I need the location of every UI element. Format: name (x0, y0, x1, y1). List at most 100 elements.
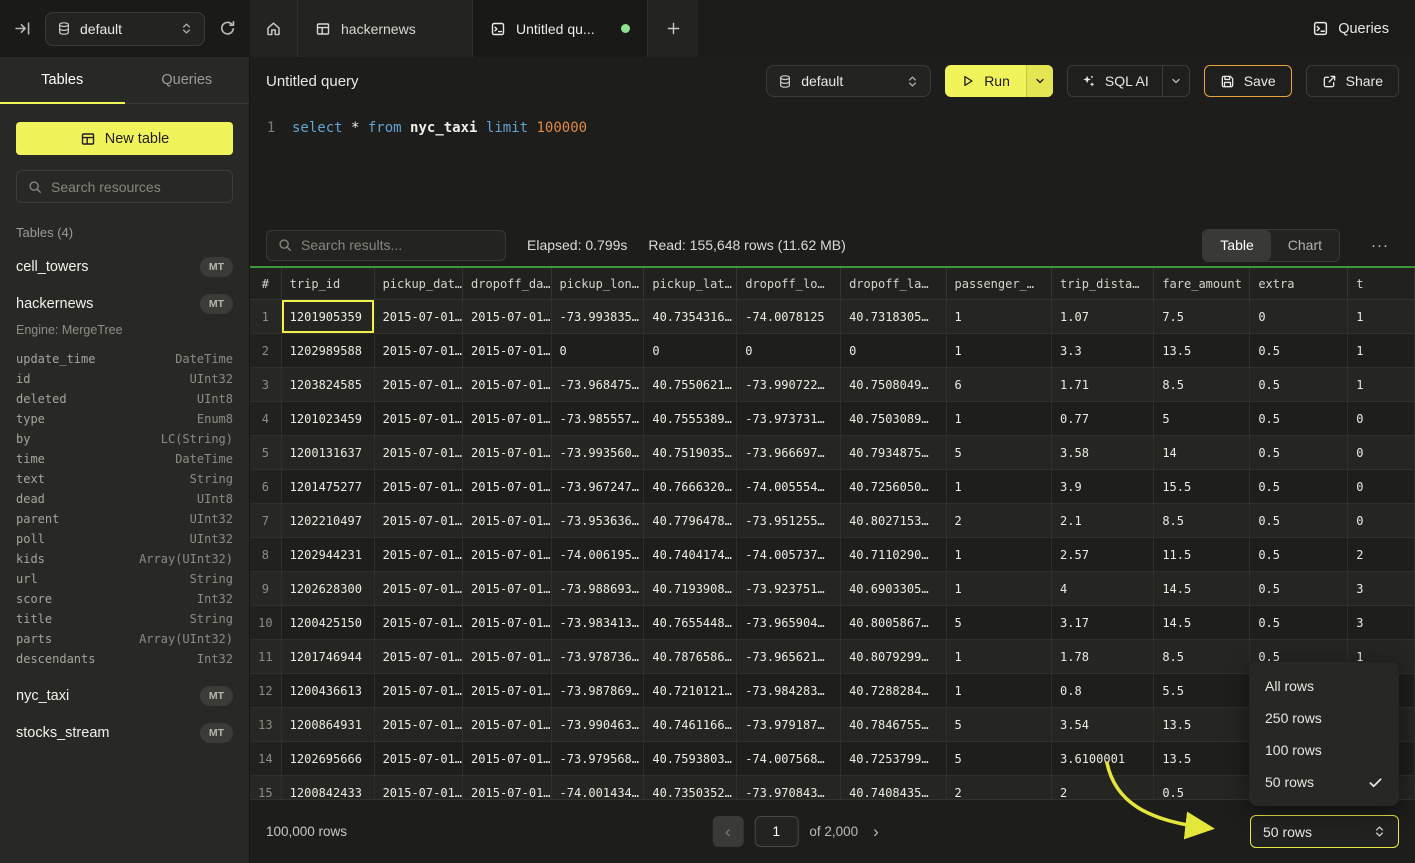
table-cell[interactable]: 2 (1052, 776, 1154, 799)
table-cell[interactable]: 2.1 (1052, 504, 1154, 538)
tab-untitled-query[interactable]: Untitled qu... (473, 0, 648, 57)
table-cell[interactable]: -73.923751… (737, 572, 841, 606)
table-cell[interactable]: -74.0078125 (737, 300, 841, 334)
table-cell[interactable]: 40.7461166… (644, 708, 737, 742)
column-header[interactable]: pickup_lat… (644, 268, 737, 300)
table-cell[interactable]: 1 (947, 640, 1052, 674)
table-cell[interactable]: 40.7354316… (644, 300, 737, 334)
column-header[interactable]: t (1348, 268, 1415, 300)
table-cell[interactable]: 2015-07-01… (463, 334, 551, 368)
table-cell[interactable]: -73.973731… (737, 402, 841, 436)
table-cell[interactable]: -73.979187… (737, 708, 841, 742)
table-cell[interactable]: 2 (1348, 538, 1415, 572)
table-cell[interactable]: 40.7666320… (644, 470, 737, 504)
page-number-input[interactable] (754, 816, 798, 847)
table-cell[interactable]: 40.7876586… (644, 640, 737, 674)
more-options-button[interactable]: ··· (1361, 237, 1399, 254)
table-cell[interactable]: 8.5 (1154, 504, 1250, 538)
table-cell[interactable]: 40.7288284… (841, 674, 946, 708)
sidebar-tab-queries[interactable]: Queries (125, 57, 250, 103)
table-cell[interactable]: 0.77 (1052, 402, 1154, 436)
table-cell[interactable]: 40.7555389… (644, 402, 737, 436)
table-cell[interactable]: 0.5 (1250, 470, 1348, 504)
table-cell[interactable]: 40.8027153… (841, 504, 946, 538)
table-cell[interactable]: -74.001434… (552, 776, 645, 799)
table-cell[interactable]: 1 (947, 572, 1052, 606)
table-cell[interactable]: 2015-07-01… (463, 640, 551, 674)
table-cell[interactable]: 5 (947, 742, 1052, 776)
table-cell[interactable]: -74.005554… (737, 470, 841, 504)
column-header[interactable]: dropoff_lo… (737, 268, 841, 300)
table-cell[interactable]: 6 (947, 368, 1052, 402)
table-cell[interactable]: 5 (947, 708, 1052, 742)
table-cell[interactable]: 2015-07-01… (463, 776, 551, 799)
table-cell[interactable]: -73.993560… (552, 436, 645, 470)
table-cell[interactable]: 3 (1348, 572, 1415, 606)
table-cell[interactable]: -73.953636… (552, 504, 645, 538)
table-cell[interactable]: 40.8005867… (841, 606, 946, 640)
table-cell[interactable]: 2 (947, 776, 1052, 799)
new-table-button[interactable]: New table (16, 122, 233, 155)
table-cell[interactable]: 8.5 (1154, 640, 1250, 674)
tab-hackernews[interactable]: hackernews (298, 0, 473, 57)
table-cell[interactable]: 11.5 (1154, 538, 1250, 572)
table-cell[interactable]: 40.6903305… (841, 572, 946, 606)
table-cell[interactable]: 2015-07-01… (375, 640, 463, 674)
table-cell[interactable]: 2015-07-01… (375, 334, 463, 368)
table-cell[interactable]: 3.17 (1052, 606, 1154, 640)
queries-shortcut[interactable]: Queries (1312, 0, 1415, 57)
table-cell[interactable]: 8.5 (1154, 368, 1250, 402)
new-tab-button[interactable] (648, 0, 698, 57)
table-cell[interactable]: 2015-07-01… (375, 436, 463, 470)
table-cell[interactable]: 0 (1250, 300, 1348, 334)
table-cell[interactable]: 1201746944 (282, 640, 375, 674)
table-cell[interactable]: 15.5 (1154, 470, 1250, 504)
table-cell[interactable]: -73.968475… (552, 368, 645, 402)
tab-home[interactable] (250, 0, 298, 57)
table-cell[interactable]: 40.7655448… (644, 606, 737, 640)
table-cell[interactable]: 1.71 (1052, 368, 1154, 402)
table-cell[interactable]: 0 (1348, 470, 1415, 504)
table-cell[interactable]: -73.988693… (552, 572, 645, 606)
table-cell[interactable]: 1201023459 (282, 402, 375, 436)
table-cell[interactable]: 0 (841, 334, 946, 368)
query-database-selector[interactable]: default (766, 65, 931, 97)
table-cell[interactable]: 40.7318305… (841, 300, 946, 334)
table-cell[interactable]: 40.7503089… (841, 402, 946, 436)
table-cell[interactable]: 2015-07-01… (463, 572, 551, 606)
table-cell[interactable]: 2015-07-01… (463, 674, 551, 708)
global-database-selector[interactable]: default (45, 12, 205, 46)
table-cell[interactable]: 1202989588 (282, 334, 375, 368)
table-cell[interactable]: 5 (947, 436, 1052, 470)
table-cell[interactable]: 2015-07-01… (375, 742, 463, 776)
table-cell[interactable]: 1202944231 (282, 538, 375, 572)
table-cell[interactable]: 2015-07-01… (463, 402, 551, 436)
table-cell[interactable]: 40.7408435… (841, 776, 946, 799)
table-cell[interactable]: -73.990463… (552, 708, 645, 742)
sidebar-tab-tables[interactable]: Tables (0, 57, 125, 103)
sidebar-table-item[interactable]: cell_towersMT (16, 257, 233, 277)
table-cell[interactable]: -73.987869… (552, 674, 645, 708)
table-cell[interactable]: -73.985557… (552, 402, 645, 436)
table-cell[interactable]: 1202695666 (282, 742, 375, 776)
table-cell[interactable]: 0.5 (1250, 402, 1348, 436)
table-cell[interactable]: -73.965621… (737, 640, 841, 674)
save-button[interactable]: Save (1204, 65, 1292, 97)
table-cell[interactable]: 1.07 (1052, 300, 1154, 334)
table-cell[interactable]: 40.7593803… (644, 742, 737, 776)
rows-per-page-select[interactable]: 50 rows (1250, 815, 1399, 848)
table-cell[interactable]: 40.7519035… (644, 436, 737, 470)
search-results-input[interactable] (301, 237, 494, 253)
table-cell[interactable]: 1200131637 (282, 436, 375, 470)
table-cell[interactable]: 1202210497 (282, 504, 375, 538)
rows-menu-item[interactable]: 100 rows (1249, 734, 1399, 766)
table-cell[interactable]: 0.5 (1250, 538, 1348, 572)
table-cell[interactable]: 40.7210121… (644, 674, 737, 708)
table-cell[interactable]: 5.5 (1154, 674, 1250, 708)
table-cell[interactable]: 1 (947, 538, 1052, 572)
table-cell[interactable]: -73.993835… (552, 300, 645, 334)
sql-editor[interactable]: 1 select * from nyc_taxi limit 100000 (250, 105, 1415, 224)
column-header[interactable]: dropoff_da… (463, 268, 551, 300)
table-cell[interactable]: -74.005737… (737, 538, 841, 572)
table-cell[interactable]: 3.9 (1052, 470, 1154, 504)
